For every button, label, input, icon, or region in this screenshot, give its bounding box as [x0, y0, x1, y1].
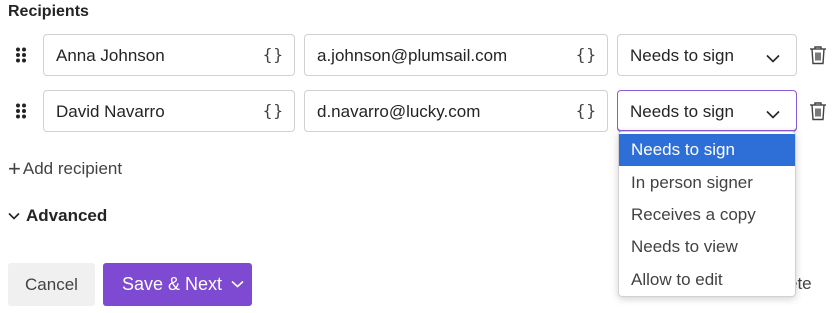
chevron-down-icon — [766, 106, 780, 124]
save-next-label: Save & Next — [122, 274, 223, 294]
recipient-email-value: d.navarro@lucky.com — [317, 102, 481, 121]
variable-braces-icon[interactable]: {} — [576, 45, 597, 64]
recipient-email-field[interactable]: d.navarro@lucky.com {} — [304, 90, 608, 132]
section-title: Recipients — [8, 3, 89, 20]
variable-braces-icon[interactable]: {} — [263, 45, 284, 64]
variable-braces-icon[interactable]: {} — [263, 101, 284, 120]
recipient-name-field[interactable]: David Navarro {} — [43, 90, 295, 132]
recipient-role-value: Needs to sign — [630, 46, 734, 65]
chevron-down-icon[interactable] — [231, 280, 244, 288]
drag-handle-icon[interactable] — [15, 103, 27, 119]
add-recipient-button[interactable]: + Add recipient — [8, 156, 122, 182]
save-next-button[interactable]: Save & Next — [103, 263, 252, 306]
recipient-name-value: Anna Johnson — [56, 46, 165, 65]
recipient-name-value: David Navarro — [56, 102, 165, 121]
variable-braces-icon[interactable]: {} — [576, 101, 597, 120]
drag-handle-icon[interactable] — [15, 47, 27, 63]
chevron-down-icon — [8, 212, 20, 220]
recipient-role-value: Needs to sign — [630, 102, 734, 121]
recipient-role-select[interactable]: Needs to sign — [617, 34, 797, 76]
recipient-role-select[interactable]: Needs to sign — [617, 90, 797, 132]
recipient-name-field[interactable]: Anna Johnson {} — [43, 34, 295, 76]
role-option-needs-to-view[interactable]: Needs to view — [619, 231, 795, 263]
role-dropdown-menu: Needs to sign In person signer Receives … — [618, 131, 796, 297]
role-option-allow-to-edit[interactable]: Allow to edit — [619, 264, 795, 296]
role-option-in-person-signer[interactable]: In person signer — [619, 167, 795, 199]
trash-icon[interactable] — [809, 101, 827, 121]
chevron-down-icon — [766, 50, 780, 68]
recipient-email-value: a.johnson@plumsail.com — [317, 46, 508, 65]
cancel-button[interactable]: Cancel — [8, 263, 95, 306]
role-option-receives-a-copy[interactable]: Receives a copy — [619, 199, 795, 231]
trash-icon[interactable] — [809, 45, 827, 65]
advanced-label: Advanced — [26, 206, 108, 225]
plus-icon: + — [8, 156, 21, 181]
add-recipient-label: Add recipient — [22, 159, 123, 178]
recipient-email-field[interactable]: a.johnson@plumsail.com {} — [304, 34, 608, 76]
advanced-toggle[interactable]: Advanced — [8, 206, 107, 226]
role-option-needs-to-sign[interactable]: Needs to sign — [619, 134, 795, 166]
